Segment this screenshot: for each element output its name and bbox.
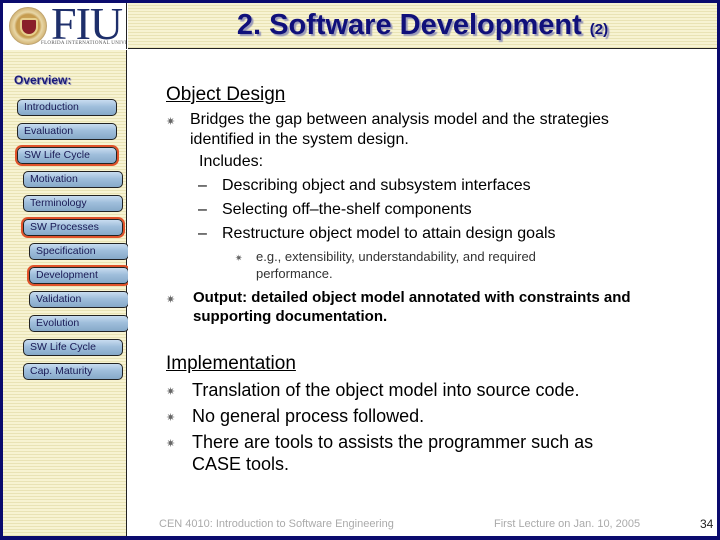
bullet-star-icon: ✷ xyxy=(166,412,176,424)
page-number: 34 xyxy=(700,517,714,531)
overview-heading: Overview: xyxy=(14,73,72,87)
nav-sw-life-cycle[interactable]: SW Life Cycle xyxy=(17,147,117,164)
dash-marker: – xyxy=(198,225,207,242)
nav-specification[interactable]: Specification xyxy=(29,243,129,260)
footer-course: CEN 4010: Introduction to Software Engin… xyxy=(159,518,394,530)
bullet-bridges-line2: identified in the system design. xyxy=(190,131,409,148)
nav-sw-processes[interactable]: SW Processes xyxy=(23,219,123,236)
nav-validation[interactable]: Validation xyxy=(29,291,129,308)
impl-bullet-line2: CASE tools. xyxy=(192,454,290,474)
impl-bullet: There are tools to assists the programme… xyxy=(192,432,594,452)
dash-marker: – xyxy=(198,201,207,218)
impl-bullet: Translation of the object model into sou… xyxy=(192,380,580,400)
nav-terminology[interactable]: Terminology xyxy=(23,195,123,212)
slide-title: 2. Software Development (2) xyxy=(237,9,608,42)
include-item: Describing object and subsystem interfac… xyxy=(222,177,531,194)
bullet-bridges-line1: Bridges the gap between analysis model a… xyxy=(190,111,609,128)
nav-evolution[interactable]: Evolution xyxy=(29,315,129,332)
implementation-heading: Implementation xyxy=(166,353,296,374)
bullet-star-icon: ✷ xyxy=(166,294,176,306)
logo-subtitle: FLORIDA INTERNATIONAL UNIVERSITY xyxy=(41,41,127,46)
bullet-star-icon: ✷ xyxy=(166,386,176,398)
bullet-star-icon: ✷ xyxy=(166,438,176,450)
bullet-star-icon: ✷ xyxy=(235,253,243,263)
title-text: 2. Software Development xyxy=(236,9,582,41)
object-design-heading: Object Design xyxy=(166,84,286,105)
dash-marker: – xyxy=(198,177,207,194)
slide-content: Object Design ✷ Bridges the gap between … xyxy=(128,50,717,536)
footer-date: First Lecture on Jan. 10, 2005 xyxy=(494,518,641,530)
sidebar-nav: Overview: Introduction Evaluation SW Lif… xyxy=(3,50,129,536)
include-item: Selecting off–the-shelf components xyxy=(222,201,472,218)
nav-introduction[interactable]: Introduction xyxy=(17,99,117,116)
fiu-logo: FIU FLORIDA INTERNATIONAL UNIVERSITY xyxy=(3,3,127,49)
title-bar: 2. Software Development (2) xyxy=(128,3,717,49)
bullet-star-icon: ✷ xyxy=(166,116,176,128)
nav-motivation[interactable]: Motivation xyxy=(23,171,123,188)
include-item: Restructure object model to attain desig… xyxy=(222,225,556,242)
nav-sw-life-cycle-2[interactable]: SW Life Cycle xyxy=(23,339,123,356)
university-seal-icon xyxy=(9,7,47,45)
title-suffix: (2) xyxy=(589,21,609,38)
nav-evaluation[interactable]: Evaluation xyxy=(17,123,117,140)
slide: FIU FLORIDA INTERNATIONAL UNIVERSITY 2. … xyxy=(3,3,717,536)
nav-development[interactable]: Development xyxy=(29,267,129,284)
example-line1: e.g., extensibility, understandability, … xyxy=(256,249,536,264)
bullet-output-line1: Output: detailed object model annotated … xyxy=(193,289,631,306)
includes-label: Includes: xyxy=(199,153,264,170)
nav-cap-maturity[interactable]: Cap. Maturity xyxy=(23,363,123,380)
bullet-output-line2: supporting documentation. xyxy=(193,308,388,325)
impl-bullet: No general process followed. xyxy=(192,406,425,426)
example-line2: performance. xyxy=(256,266,333,281)
